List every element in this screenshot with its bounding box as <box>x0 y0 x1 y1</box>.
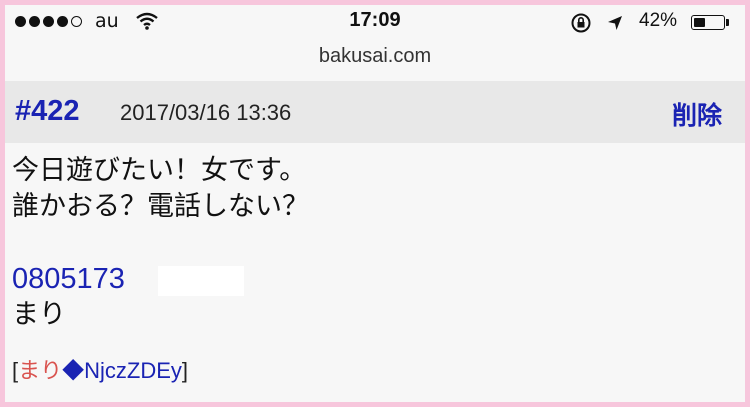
status-bar: au 17:09 42% <box>5 5 745 39</box>
rotation-lock-icon <box>571 13 591 33</box>
post-line: 誰かおる？電話しない？ <box>12 191 309 222</box>
status-time: 17:09 <box>349 9 401 31</box>
post-header: #422 2017/03/16 13:36 削除 <box>5 81 745 143</box>
redaction-box <box>158 266 244 296</box>
phone-screen: au 17:09 42% bakusai.com #422 2017/03/16… <box>5 5 745 402</box>
phone-row: 0805173 <box>12 261 738 297</box>
delete-button[interactable]: 削除 <box>672 96 722 132</box>
author-trip-code: ◆NjczZDEy <box>62 358 182 383</box>
url-domain[interactable]: bakusai.com <box>319 45 431 67</box>
phone-number-link[interactable]: 0805173 <box>12 263 125 295</box>
post-date: 2017/03/16 13:36 <box>120 100 292 125</box>
battery-icon <box>691 15 725 30</box>
post-author: [まり◆NjczZDEy] <box>12 353 188 385</box>
location-arrow-icon <box>608 16 622 30</box>
author-bracket-close: ] <box>181 358 189 383</box>
address-bar[interactable]: bakusai.com <box>5 39 745 79</box>
battery-level-fill <box>694 18 706 27</box>
post-line: 今日遊びたい！女です。 <box>12 155 307 186</box>
post-body: 今日遊びたい！女です。 誰かおる？電話しない？ 0805173 まり <box>12 153 738 333</box>
post-number[interactable]: #422 <box>15 95 80 128</box>
battery-tip <box>726 19 729 26</box>
battery-percent: 42% <box>639 10 678 31</box>
author-name[interactable]: まり <box>18 358 62 383</box>
post-signoff: まり <box>12 299 66 330</box>
